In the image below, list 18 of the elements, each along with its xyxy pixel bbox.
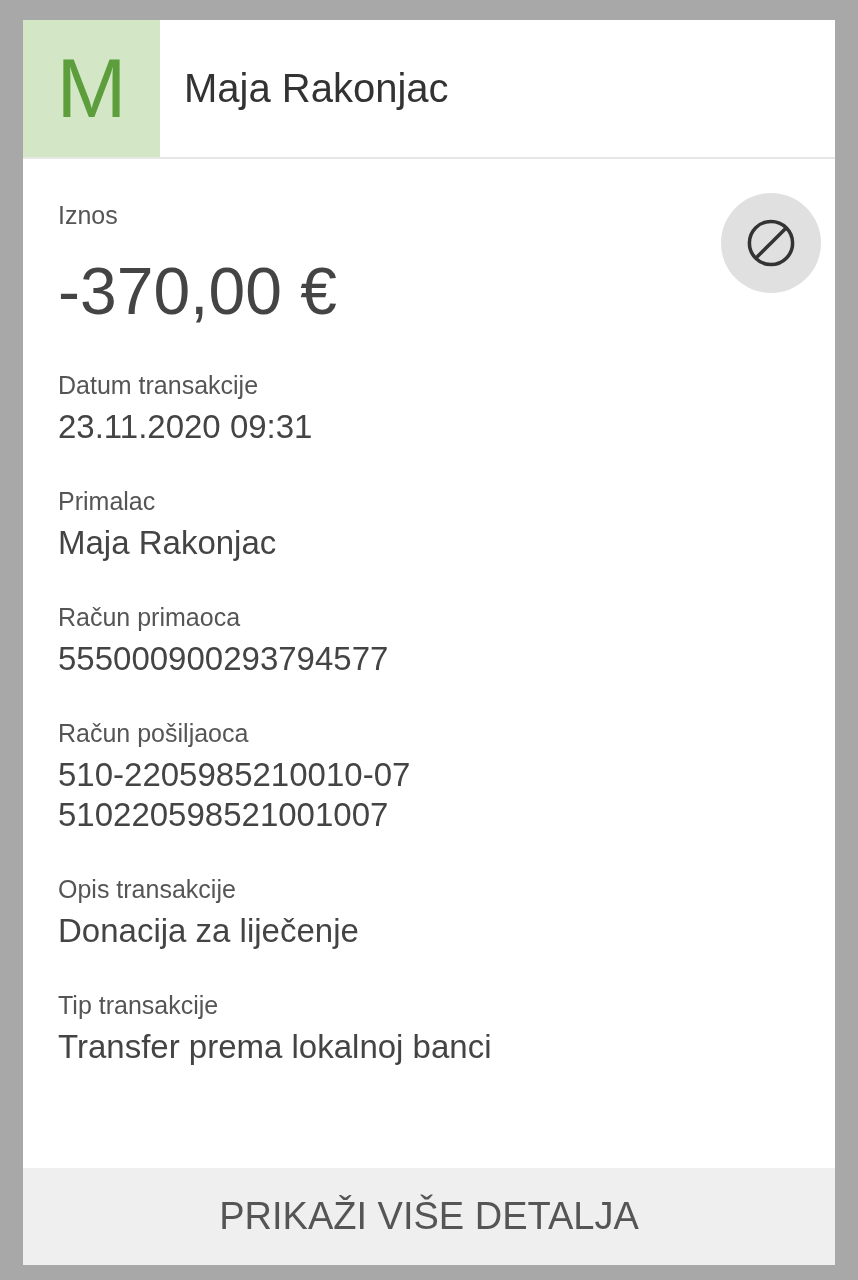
field-label: Datum transakcije (58, 370, 260, 401)
show-more-button[interactable]: PRIKAŽI VIŠE DETALJA (23, 1168, 835, 1265)
field-label: Opis transakcije (58, 874, 237, 905)
field-label: Primalac (58, 486, 157, 517)
field-label: Tip transakcije (58, 990, 220, 1021)
field-value: Maja Rakonjac (58, 523, 278, 563)
contact-name: Maja Rakonjac (184, 66, 449, 111)
amount-value: -370,00 € (58, 253, 338, 330)
field-value: Donacija za liječenje (58, 911, 360, 951)
field-label: Račun primaoca (58, 602, 242, 633)
field-value: Transfer prema lokalnoj banci (58, 1027, 493, 1067)
field-value: 510220598521001007 (58, 795, 390, 835)
avatar: M (23, 20, 160, 157)
field-value: 23.11.2020 09:31 (58, 407, 314, 447)
field-label: Račun pošiljaoca (58, 718, 250, 749)
field-label: Iznos (58, 200, 119, 231)
field-value: 555000900293794577 (58, 639, 390, 679)
field-value: 510-2205985210010-07 (58, 755, 412, 795)
